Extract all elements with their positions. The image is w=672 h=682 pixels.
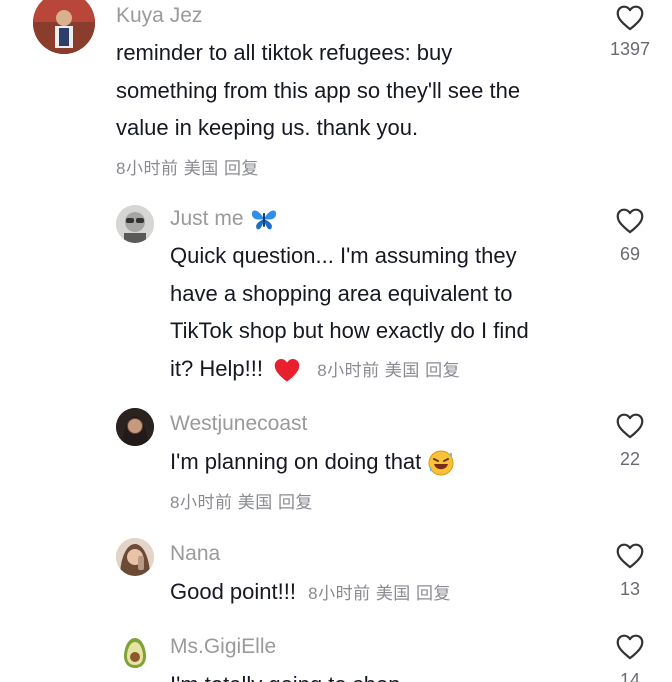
heart-outline-icon bbox=[616, 5, 644, 31]
comment-text: I'm totally going to shop bbox=[170, 666, 400, 682]
username[interactable]: Kuya Jez bbox=[116, 4, 202, 28]
reply-button[interactable]: 回复 bbox=[425, 361, 460, 380]
comment-meta: 8小时前 美国 回复 bbox=[170, 488, 313, 513]
comment-meta: 8小时前 美国 回复 bbox=[308, 584, 451, 603]
comment-meta: 8小时前 美国 回复 bbox=[116, 154, 259, 179]
butterfly-emoji-icon bbox=[252, 210, 277, 230]
like-count: 22 bbox=[619, 449, 641, 469]
location: 美国 bbox=[375, 584, 411, 603]
comment-line: Good point!!! 8小时前 美国 回复 bbox=[170, 573, 451, 613]
comment-item: Just me Quick question... I'm assuming t… bbox=[0, 195, 672, 395]
location: 美国 bbox=[237, 493, 273, 512]
timestamp: 8小时前 bbox=[116, 159, 179, 178]
comment-text: Quick question... I'm assuming they have… bbox=[170, 237, 529, 389]
comment-meta: 8小时前 美国 回复 bbox=[317, 361, 460, 380]
timestamp: 8小时前 bbox=[308, 584, 371, 603]
like-button[interactable]: 1397 bbox=[605, 4, 655, 60]
avatar[interactable] bbox=[33, 0, 95, 54]
red-heart-emoji-icon bbox=[274, 358, 300, 382]
heart-outline-icon bbox=[616, 634, 644, 660]
like-count: 1397 bbox=[609, 39, 651, 59]
comment-text: reminder to all tiktok refugees: buy som… bbox=[116, 34, 520, 147]
person-avatar-icon bbox=[116, 205, 154, 243]
person-avatar-icon bbox=[33, 0, 95, 54]
avatar[interactable] bbox=[120, 636, 150, 670]
like-button[interactable]: 14 bbox=[605, 633, 655, 682]
like-count: 13 bbox=[619, 579, 641, 599]
person-avatar-icon bbox=[116, 408, 154, 446]
like-button[interactable]: 69 bbox=[605, 207, 655, 265]
username[interactable]: Ms.GigiElle bbox=[170, 635, 276, 659]
comment-text: I'm planning on doing that bbox=[170, 443, 455, 481]
like-count: 14 bbox=[619, 670, 641, 682]
avocado-icon bbox=[124, 638, 146, 668]
like-count: 69 bbox=[619, 244, 641, 264]
reply-button[interactable]: 回复 bbox=[278, 493, 313, 512]
person-avatar-icon bbox=[116, 538, 154, 576]
location: 美国 bbox=[183, 159, 219, 178]
username[interactable]: Westjunecoast bbox=[170, 412, 307, 436]
username-text: Just me bbox=[170, 207, 244, 230]
comment-item: Nana Good point!!! 8小时前 美国 回复 13 bbox=[0, 530, 672, 630]
heart-outline-icon bbox=[616, 208, 644, 234]
comment-text: Good point!!! 8小时前 美国 回复 bbox=[170, 573, 451, 613]
like-button[interactable]: 22 bbox=[605, 412, 655, 470]
comment-line: it? Help!!! 8小时前 美国 回复 bbox=[170, 350, 529, 390]
avatar[interactable] bbox=[116, 408, 154, 446]
reply-button[interactable]: 回复 bbox=[416, 584, 451, 603]
comment-line-text: Good point!!! bbox=[170, 579, 296, 604]
heart-outline-icon bbox=[616, 413, 644, 439]
comment-line: I'm planning on doing that bbox=[170, 443, 455, 481]
comment-item: Kuya Jez reminder to all tiktok refugees… bbox=[0, 0, 672, 190]
comment-line: reminder to all tiktok refugees: buy bbox=[116, 40, 453, 65]
username[interactable]: Just me bbox=[170, 207, 279, 231]
reply-button[interactable]: 回复 bbox=[224, 159, 259, 178]
comment-line: something from this app so they'll see t… bbox=[116, 77, 521, 103]
heart-outline-icon bbox=[616, 543, 644, 569]
comment-line-text: I'm planning on doing that bbox=[170, 449, 422, 474]
comment-line: have a shopping area equivalent to bbox=[170, 280, 513, 306]
like-button[interactable]: 13 bbox=[605, 542, 655, 600]
comment-item: Ms.GigiElle I'm totally going to shop 14 bbox=[0, 630, 672, 682]
comment-line: TikTok shop but how exactly do I find bbox=[170, 318, 529, 343]
rolling-laughing-emoji-icon bbox=[428, 450, 454, 476]
comment-line: value in keeping us. thank you. bbox=[116, 115, 419, 140]
avatar[interactable] bbox=[116, 205, 154, 243]
comment-line: I'm totally going to shop bbox=[170, 666, 400, 682]
avatar[interactable] bbox=[116, 538, 154, 576]
location: 美国 bbox=[384, 360, 420, 380]
username[interactable]: Nana bbox=[170, 542, 220, 566]
timestamp: 8小时前 bbox=[317, 360, 380, 380]
timestamp: 8小时前 bbox=[170, 493, 233, 512]
comment-line: Quick question... I'm assuming they bbox=[170, 243, 517, 268]
comment-item: Westjunecoast I'm planning on doing that… bbox=[0, 400, 672, 530]
comment-line-text: it? Help!!! bbox=[170, 355, 263, 381]
